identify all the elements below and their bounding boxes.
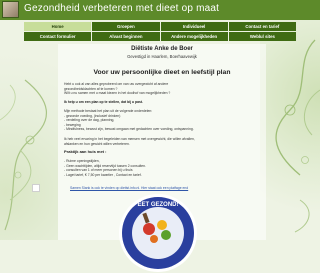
practical-item: - Laget tarief, € 7,50 per kwartier , Co…	[64, 172, 142, 177]
eet-gezond-badge: EET GEZOND!	[119, 194, 197, 272]
nav-individueel[interactable]: Individueel	[160, 22, 228, 31]
nav-row-secondary: Contact formulier Alvast beginnen Andere…	[24, 32, 296, 41]
nav-andere-mogelijkheden[interactable]: Andere mogelijkheden	[160, 32, 228, 41]
practical-title: Praktijk aan huis met :	[64, 149, 107, 154]
help-line: Ik help u om een plan op te stellen, dat…	[64, 100, 143, 104]
nav-home[interactable]: Home	[24, 22, 92, 31]
badge-text: EET GEZOND!	[137, 202, 178, 208]
method-item: - Mindfulness, bewust zijn, bewust omgaa…	[64, 127, 194, 131]
nav-contact-tarief[interactable]: Contact en tarief	[228, 22, 296, 31]
intro-line: Wilt u nu samen met u maat kiezen in het…	[64, 91, 171, 95]
page-headline: Voor uw persoonlijke dieet en leefstijl …	[93, 69, 231, 76]
dietitian-name: Diëtiste Anke de Boer	[131, 46, 193, 52]
nav-alvast-beginnen[interactable]: Alvast beginnen	[92, 32, 160, 41]
nav-weblul-sites[interactable]: Weblul sites	[228, 32, 296, 41]
nav-groepen[interactable]: Groepen	[92, 22, 160, 31]
site-title: Gezondheid verbeteren met dieet op maat	[24, 3, 220, 14]
nav-row-primary: Home Groepen Individueel Contact en tari…	[24, 22, 296, 31]
header-bar: Gezondheid verbeteren met dieet op maat	[0, 0, 320, 20]
goal-line: afslanken en hun gewicht willen verbeter…	[64, 141, 130, 146]
scroll-handle[interactable]	[32, 184, 40, 192]
nav-contact-formulier[interactable]: Contact formulier	[24, 32, 92, 41]
avatar	[2, 1, 19, 18]
location-line: Gevestigd in Haarlem, Boerhaavewijk	[127, 54, 197, 59]
footer-link[interactable]: Samen Slank is ook te vinden op dietist.…	[70, 186, 266, 191]
